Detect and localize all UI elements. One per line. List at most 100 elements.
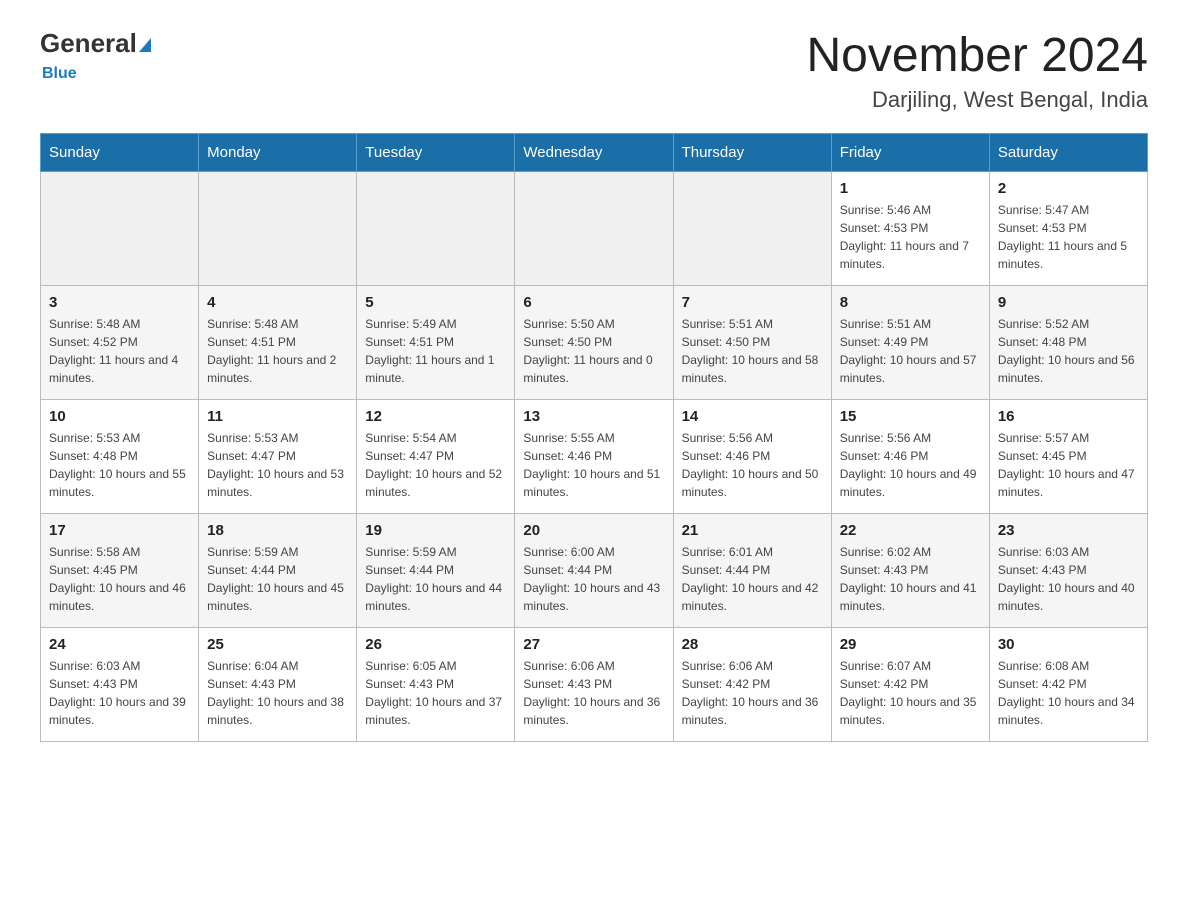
day-info: Sunrise: 6:04 AM Sunset: 4:43 PM Dayligh…	[207, 657, 348, 729]
calendar-cell	[515, 171, 673, 285]
calendar-week-1: 1 Sunrise: 5:46 AM Sunset: 4:53 PM Daylig…	[41, 171, 1148, 285]
day-info: Sunrise: 5:48 AM Sunset: 4:52 PM Dayligh…	[49, 315, 190, 387]
day-info: Sunrise: 6:00 AM Sunset: 4:44 PM Dayligh…	[523, 543, 664, 615]
day-number: 15	[840, 408, 981, 425]
day-info: Sunrise: 5:58 AM Sunset: 4:45 PM Dayligh…	[49, 543, 190, 615]
day-number: 21	[682, 522, 823, 539]
calendar-cell: 25 Sunrise: 6:04 AM Sunset: 4:43 PM Dayli…	[199, 627, 357, 741]
calendar-cell: 11 Sunrise: 5:53 AM Sunset: 4:47 PM Dayli…	[199, 399, 357, 513]
calendar-cell: 4 Sunrise: 5:48 AM Sunset: 4:51 PM Daylig…	[199, 285, 357, 399]
calendar-cell: 2 Sunrise: 5:47 AM Sunset: 4:53 PM Daylig…	[989, 171, 1147, 285]
calendar-cell: 28 Sunrise: 6:06 AM Sunset: 4:42 PM Dayli…	[673, 627, 831, 741]
day-info: Sunrise: 6:03 AM Sunset: 4:43 PM Dayligh…	[49, 657, 190, 729]
calendar-table: SundayMondayTuesdayWednesdayThursdayFrid…	[40, 133, 1148, 742]
calendar-cell: 9 Sunrise: 5:52 AM Sunset: 4:48 PM Daylig…	[989, 285, 1147, 399]
calendar-cell: 3 Sunrise: 5:48 AM Sunset: 4:52 PM Daylig…	[41, 285, 199, 399]
logo: General Blue	[40, 30, 151, 82]
day-info: Sunrise: 5:49 AM Sunset: 4:51 PM Dayligh…	[365, 315, 506, 387]
calendar-cell: 26 Sunrise: 6:05 AM Sunset: 4:43 PM Dayli…	[357, 627, 515, 741]
weekday-header-monday: Monday	[199, 133, 357, 171]
day-number: 26	[365, 636, 506, 653]
calendar-cell: 27 Sunrise: 6:06 AM Sunset: 4:43 PM Dayli…	[515, 627, 673, 741]
day-number: 20	[523, 522, 664, 539]
calendar-cell	[41, 171, 199, 285]
logo-blue: Blue	[42, 65, 77, 82]
calendar-week-2: 3 Sunrise: 5:48 AM Sunset: 4:52 PM Daylig…	[41, 285, 1148, 399]
day-number: 16	[998, 408, 1139, 425]
day-info: Sunrise: 5:54 AM Sunset: 4:47 PM Dayligh…	[365, 429, 506, 501]
day-info: Sunrise: 5:46 AM Sunset: 4:53 PM Dayligh…	[840, 201, 981, 273]
calendar-cell	[199, 171, 357, 285]
day-number: 2	[998, 180, 1139, 197]
day-info: Sunrise: 5:51 AM Sunset: 4:49 PM Dayligh…	[840, 315, 981, 387]
calendar-cell: 29Sunrise: 6:07 AM Sunset: 4:42 PM Dayli…	[831, 627, 989, 741]
weekday-header-friday: Friday	[831, 133, 989, 171]
day-number: 10	[49, 408, 190, 425]
calendar-cell: 1 Sunrise: 5:46 AM Sunset: 4:53 PM Daylig…	[831, 171, 989, 285]
title-area: November 2024 Darjiling, West Bengal, In…	[806, 30, 1148, 113]
day-number: 18	[207, 522, 348, 539]
calendar-week-3: 10 Sunrise: 5:53 AM Sunset: 4:48 PM Dayli…	[41, 399, 1148, 513]
day-info: Sunrise: 6:07 AM Sunset: 4:42 PM Dayligh…	[840, 657, 981, 729]
day-number: 14	[682, 408, 823, 425]
day-info: Sunrise: 5:52 AM Sunset: 4:48 PM Dayligh…	[998, 315, 1139, 387]
day-number: 8	[840, 294, 981, 311]
day-info: Sunrise: 5:53 AM Sunset: 4:48 PM Dayligh…	[49, 429, 190, 501]
day-number: 28	[682, 636, 823, 653]
calendar-header: SundayMondayTuesdayWednesdayThursdayFrid…	[41, 133, 1148, 171]
day-info: Sunrise: 5:48 AM Sunset: 4:51 PM Dayligh…	[207, 315, 348, 387]
calendar-cell: 7 Sunrise: 5:51 AM Sunset: 4:50 PM Daylig…	[673, 285, 831, 399]
day-number: 12	[365, 408, 506, 425]
day-number: 1	[840, 180, 981, 197]
weekday-header-sunday: Sunday	[41, 133, 199, 171]
calendar-cell	[357, 171, 515, 285]
calendar-cell: 14Sunrise: 5:56 AM Sunset: 4:46 PM Dayli…	[673, 399, 831, 513]
calendar-cell: 10 Sunrise: 5:53 AM Sunset: 4:48 PM Dayli…	[41, 399, 199, 513]
day-info: Sunrise: 6:01 AM Sunset: 4:44 PM Dayligh…	[682, 543, 823, 615]
calendar-week-4: 17Sunrise: 5:58 AM Sunset: 4:45 PM Dayli…	[41, 513, 1148, 627]
day-info: Sunrise: 5:59 AM Sunset: 4:44 PM Dayligh…	[207, 543, 348, 615]
day-number: 11	[207, 408, 348, 425]
day-number: 4	[207, 294, 348, 311]
day-info: Sunrise: 6:03 AM Sunset: 4:43 PM Dayligh…	[998, 543, 1139, 615]
calendar-cell: 8 Sunrise: 5:51 AM Sunset: 4:49 PM Daylig…	[831, 285, 989, 399]
day-info: Sunrise: 6:06 AM Sunset: 4:43 PM Dayligh…	[523, 657, 664, 729]
weekday-header-wednesday: Wednesday	[515, 133, 673, 171]
day-number: 25	[207, 636, 348, 653]
day-number: 7	[682, 294, 823, 311]
weekday-header-thursday: Thursday	[673, 133, 831, 171]
logo-text: General Blue	[40, 30, 151, 82]
calendar-cell	[673, 171, 831, 285]
day-number: 13	[523, 408, 664, 425]
day-number: 27	[523, 636, 664, 653]
day-number: 22	[840, 522, 981, 539]
day-number: 30	[998, 636, 1139, 653]
day-info: Sunrise: 5:59 AM Sunset: 4:44 PM Dayligh…	[365, 543, 506, 615]
day-info: Sunrise: 6:06 AM Sunset: 4:42 PM Dayligh…	[682, 657, 823, 729]
day-info: Sunrise: 5:56 AM Sunset: 4:46 PM Dayligh…	[840, 429, 981, 501]
calendar-week-5: 24 Sunrise: 6:03 AM Sunset: 4:43 PM Dayli…	[41, 627, 1148, 741]
day-number: 19	[365, 522, 506, 539]
calendar-cell: 17Sunrise: 5:58 AM Sunset: 4:45 PM Dayli…	[41, 513, 199, 627]
calendar-cell: 30 Sunrise: 6:08 AM Sunset: 4:42 PM Dayli…	[989, 627, 1147, 741]
day-info: Sunrise: 5:50 AM Sunset: 4:50 PM Dayligh…	[523, 315, 664, 387]
day-number: 6	[523, 294, 664, 311]
calendar-cell: 23Sunrise: 6:03 AM Sunset: 4:43 PM Dayli…	[989, 513, 1147, 627]
day-info: Sunrise: 6:05 AM Sunset: 4:43 PM Dayligh…	[365, 657, 506, 729]
day-info: Sunrise: 5:51 AM Sunset: 4:50 PM Dayligh…	[682, 315, 823, 387]
logo-triangle-icon	[139, 38, 151, 52]
calendar-cell: 18 Sunrise: 5:59 AM Sunset: 4:44 PM Dayli…	[199, 513, 357, 627]
day-info: Sunrise: 6:08 AM Sunset: 4:42 PM Dayligh…	[998, 657, 1139, 729]
day-number: 24	[49, 636, 190, 653]
calendar-cell: 5Sunrise: 5:49 AM Sunset: 4:51 PM Daylig…	[357, 285, 515, 399]
day-info: Sunrise: 6:02 AM Sunset: 4:43 PM Dayligh…	[840, 543, 981, 615]
calendar-cell: 19 Sunrise: 5:59 AM Sunset: 4:44 PM Dayli…	[357, 513, 515, 627]
calendar-cell: 15 Sunrise: 5:56 AM Sunset: 4:46 PM Dayli…	[831, 399, 989, 513]
calendar-cell: 13Sunrise: 5:55 AM Sunset: 4:46 PM Dayli…	[515, 399, 673, 513]
calendar-cell: 21 Sunrise: 6:01 AM Sunset: 4:44 PM Dayli…	[673, 513, 831, 627]
calendar-body: 1 Sunrise: 5:46 AM Sunset: 4:53 PM Daylig…	[41, 171, 1148, 741]
day-info: Sunrise: 5:47 AM Sunset: 4:53 PM Dayligh…	[998, 201, 1139, 273]
day-number: 9	[998, 294, 1139, 311]
day-number: 3	[49, 294, 190, 311]
day-info: Sunrise: 5:53 AM Sunset: 4:47 PM Dayligh…	[207, 429, 348, 501]
